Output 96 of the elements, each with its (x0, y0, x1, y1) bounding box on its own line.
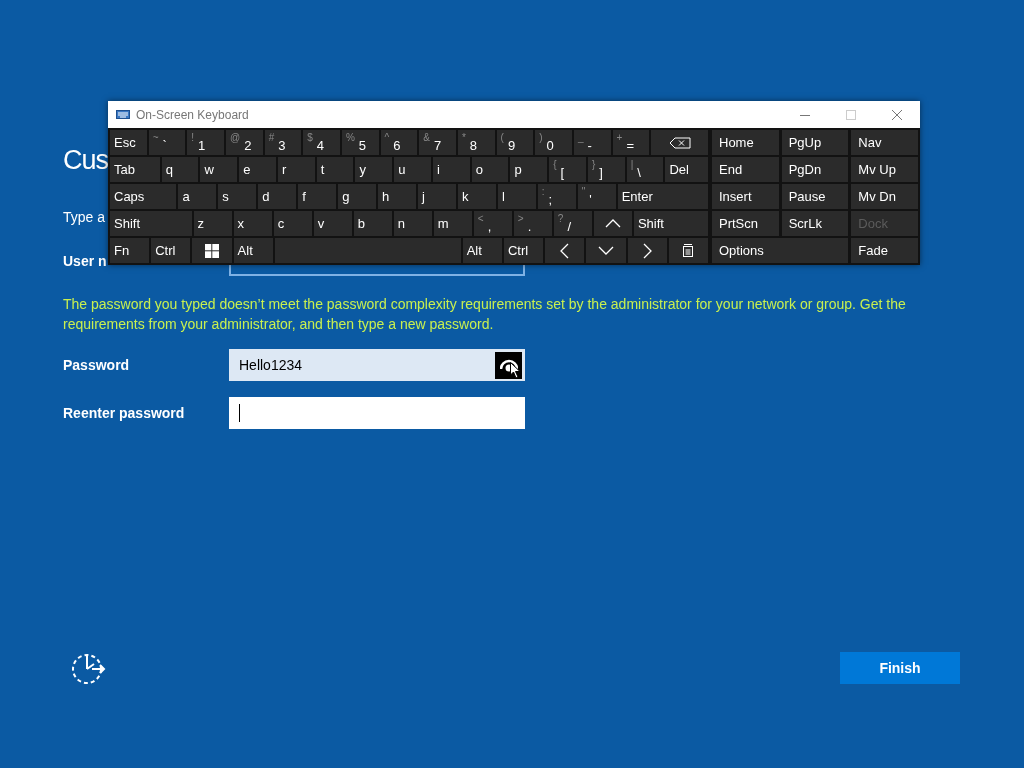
keyboard-key[interactable]: Shift (633, 211, 708, 236)
chevron-up-icon (604, 219, 621, 228)
keyboard-key[interactable] (192, 238, 232, 263)
keyboard-key[interactable]: < , (473, 211, 512, 236)
keyboard-key[interactable]: { [ (549, 157, 586, 182)
text-caret (239, 404, 240, 422)
field-label: Reenter password (63, 403, 186, 423)
keyboard-key[interactable]: g (338, 184, 377, 209)
backspace-icon (668, 136, 691, 149)
keyboard-key[interactable]: s (218, 184, 257, 209)
keyboard-key[interactable]: m (433, 211, 472, 236)
keyboard-key[interactable]: Caps (110, 184, 177, 209)
keyboard-key[interactable]: f (298, 184, 337, 209)
keyboard-key[interactable]: o (471, 157, 509, 182)
keyboard-key[interactable]: Options (712, 238, 849, 263)
finish-button[interactable]: Finish (840, 652, 960, 684)
keyboard-key[interactable]: } ] (587, 157, 625, 182)
keyboard-key[interactable]: # 3 (264, 130, 302, 155)
keyboard-key[interactable]: Home (712, 130, 779, 155)
keyboard-key[interactable]: ) 0 (535, 130, 572, 155)
keyboard-key[interactable]: p (510, 157, 548, 182)
keyboard-key[interactable]: Alt (233, 238, 273, 263)
keyboard-key[interactable]: PgUp (781, 130, 849, 155)
password-field[interactable]: Hello1234 (229, 349, 525, 381)
page-heading: Cus (63, 144, 108, 177)
keyboard-key[interactable] (668, 238, 708, 263)
keyboard-key[interactable]: Alt (462, 238, 502, 263)
keyboard-key[interactable]: $ 4 (303, 130, 340, 155)
chevron-left-icon (560, 242, 570, 259)
keyboard-key[interactable]: % 5 (341, 130, 379, 155)
keyboard-key[interactable]: Enter (617, 184, 708, 209)
menu-icon (683, 244, 694, 257)
keyboard-key[interactable]: _ - (573, 130, 611, 155)
window-title: On-Screen Keyboard (136, 106, 249, 124)
keyboard-key[interactable]: + = (612, 130, 650, 155)
keyboard-key[interactable]: ScrLk (781, 211, 849, 236)
keyboard-key[interactable]: | \ (626, 157, 664, 182)
keyboard-key[interactable]: Tab (110, 157, 160, 182)
keyboard-key[interactable]: : ; (537, 184, 576, 209)
keyboard-key[interactable]: Pause (781, 184, 849, 209)
mouse-pointer-icon (510, 362, 521, 379)
keyboard-key[interactable]: z (193, 211, 232, 236)
keyboard-key[interactable]: ( 9 (496, 130, 534, 155)
keyboard-key[interactable]: j (418, 184, 456, 209)
keyboard-key[interactable]: End (712, 157, 779, 182)
keyboard-key[interactable]: PgDn (781, 157, 849, 182)
windows-logo-icon (205, 243, 219, 258)
keyboard-key[interactable]: x (233, 211, 272, 236)
chevron-down-icon (597, 246, 614, 255)
keyboard-key[interactable]: b (353, 211, 392, 236)
keyboard-key[interactable]: Ctrl (503, 238, 544, 263)
keyboard-key[interactable]: Nav (851, 130, 918, 155)
keyboard-key[interactable]: r (277, 157, 315, 182)
keyboard-key[interactable]: ^ 6 (380, 130, 418, 155)
keyboard-key[interactable]: Shift (110, 211, 192, 236)
keyboard-key[interactable]: " ' (577, 184, 616, 209)
keyboard-key[interactable]: Fade (851, 238, 918, 263)
keyboard-key[interactable]: Ctrl (151, 238, 191, 263)
reenter-password-field[interactable] (229, 397, 525, 429)
keyboard-key[interactable]: > . (513, 211, 552, 236)
keyboard-key[interactable]: l (497, 184, 536, 209)
keyboard-key[interactable]: c (273, 211, 312, 236)
close-icon[interactable] (892, 109, 902, 120)
field-label: User n (63, 251, 107, 271)
keyboard-key[interactable]: Insert (712, 184, 779, 209)
keyboard-key[interactable]: e (239, 157, 276, 182)
keyboard-key[interactable] (593, 211, 632, 236)
keyboard-key[interactable]: q (161, 157, 199, 182)
keyboard-key[interactable]: n (393, 211, 432, 236)
error-message: The password you typed doesn’t meet the password complexity requirements set by the administrator for your network or group. Get the requirements from your administrator, and then type a new password. (63, 295, 907, 334)
keyboard-icon (116, 110, 130, 119)
keyboard-key[interactable]: u (394, 157, 431, 182)
keyboard-key[interactable]: v (313, 211, 352, 236)
keyboard-key[interactable]: t (316, 157, 354, 182)
keyboard-key[interactable]: Del (665, 157, 708, 182)
field-label: Password (63, 355, 131, 375)
keyboard-key[interactable]: PrtScn (712, 211, 779, 236)
instruction-text: Type a (63, 208, 106, 227)
keyboard-key[interactable]: y (355, 157, 393, 182)
keyboard-key[interactable]: * 8 (457, 130, 495, 155)
keyboard-key[interactable]: k (457, 184, 496, 209)
keyboard-key[interactable]: & 7 (419, 130, 456, 155)
keyboard-key[interactable]: @ 2 (225, 130, 263, 155)
chevron-right-icon (642, 242, 652, 259)
keyboard-key[interactable]: i (432, 157, 470, 182)
keyboard-key[interactable]: w (200, 157, 238, 182)
keyboard-key[interactable]: Mv Dn (851, 184, 918, 209)
keyboard-key[interactable]: Esc (110, 130, 147, 155)
keyboard-key[interactable]: Mv Up (851, 157, 918, 182)
keyboard-key[interactable]: h (378, 184, 416, 209)
keyboard-key[interactable]: ? / (553, 211, 592, 236)
keyboard-key[interactable]: Fn (110, 238, 150, 263)
keyboard-key[interactable]: ! 1 (187, 130, 224, 155)
keyboard-key[interactable]: a (178, 184, 217, 209)
keyboard-key[interactable]: ~ ` (148, 130, 186, 155)
keyboard-key[interactable]: d (258, 184, 297, 209)
